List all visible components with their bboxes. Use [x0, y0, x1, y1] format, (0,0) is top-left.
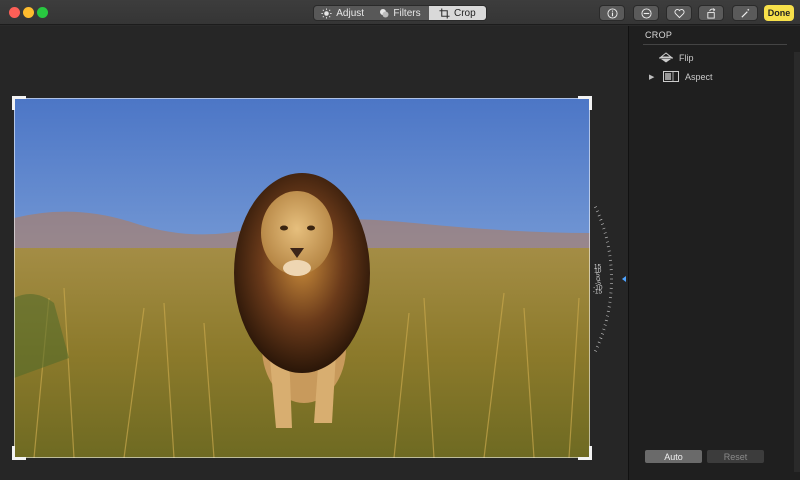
dial-tick — [606, 310, 610, 313]
dial-tick — [603, 232, 607, 234]
crop-sidebar: CROP Flip ▶ Aspect Auto Reset — [628, 26, 800, 480]
rotate-button[interactable] — [698, 5, 724, 21]
crop-frame-top — [14, 98, 590, 99]
favorite-button[interactable] — [666, 5, 692, 21]
dial-tick — [600, 223, 604, 226]
auto-button[interactable]: Auto — [645, 450, 702, 463]
aspect-label: Aspect — [685, 71, 713, 82]
dial-tick — [602, 227, 606, 230]
toolbar: Adjust Filters Crop Done — [0, 0, 800, 25]
flip-button[interactable]: Flip — [659, 52, 694, 63]
dial-tick — [602, 328, 606, 331]
dial-tick — [597, 214, 601, 217]
tab-crop[interactable]: Crop — [428, 6, 486, 20]
dial-tick — [604, 319, 608, 322]
dial-tick — [594, 349, 597, 352]
reset-button[interactable]: Reset — [707, 450, 764, 463]
heart-icon — [673, 8, 685, 18]
dial-tick — [603, 324, 607, 326]
dial-tick — [607, 306, 611, 308]
enhance-button[interactable] — [732, 5, 758, 21]
tab-filters-label: Filters — [393, 7, 421, 19]
tab-filters[interactable]: Filters — [371, 6, 428, 20]
filters-icon — [380, 9, 389, 18]
sidebar-scrollbar[interactable] — [794, 52, 800, 472]
dial-tick — [607, 250, 611, 252]
photo-canvas: 15 10 5 0 -5 -10 -15 — [0, 26, 628, 480]
straighten-dial[interactable]: 151050-5-10-15 — [590, 204, 630, 354]
dial-tick — [605, 315, 609, 317]
dial-tick — [600, 332, 604, 335]
photos-window: Adjust Filters Crop Done 15 10 5 0 -5 -1… — [0, 0, 800, 480]
flip-icon — [659, 52, 673, 63]
dial-tick — [597, 341, 601, 344]
dial-tick — [595, 345, 599, 348]
sun-icon — [321, 7, 332, 19]
dial-tick — [599, 337, 603, 340]
tab-adjust[interactable]: Adjust — [314, 6, 371, 20]
info-button[interactable] — [599, 5, 625, 21]
zoom-window-button[interactable] — [37, 7, 48, 18]
dial-tick — [604, 236, 608, 239]
aspect-icon — [663, 71, 679, 82]
dial-tick — [594, 206, 597, 209]
crop-frame-left — [14, 98, 15, 458]
crop-handle-bottom-right[interactable] — [578, 446, 592, 460]
dial-tick — [595, 210, 599, 213]
dial-tick — [606, 245, 610, 248]
sidebar-title: CROP — [645, 30, 673, 40]
sidebar-divider — [643, 44, 787, 45]
crop-frame-bottom — [14, 457, 590, 458]
magic-wand-icon — [740, 8, 749, 18]
tab-crop-label: Crop — [453, 7, 476, 19]
crop-handle-top-right[interactable] — [578, 96, 592, 110]
crop-icon — [439, 7, 450, 19]
disclosure-triangle-icon[interactable]: ▶ — [649, 73, 657, 81]
crop-handle-bottom-left[interactable] — [12, 446, 26, 460]
info-icon — [606, 7, 618, 19]
aspect-disclosure[interactable]: ▶ Aspect — [649, 71, 713, 82]
minus-button[interactable] — [633, 5, 659, 21]
lion-photo — [14, 98, 590, 458]
minimize-window-button[interactable] — [23, 7, 34, 18]
flip-label: Flip — [679, 52, 694, 63]
crop-handle-top-left[interactable] — [12, 96, 26, 110]
dial-pointer-icon — [622, 276, 626, 282]
done-button[interactable]: Done — [764, 5, 794, 21]
dial-tick — [605, 241, 609, 243]
rotate-icon — [706, 7, 715, 19]
minus-circle-icon — [640, 7, 652, 19]
close-window-button[interactable] — [9, 7, 20, 18]
edit-mode-segmented-control: Adjust Filters Crop — [313, 5, 487, 21]
dial-label: -15 — [593, 289, 603, 296]
tab-adjust-label: Adjust — [336, 7, 365, 19]
photo-image[interactable] — [14, 98, 590, 458]
dial-tick — [599, 218, 603, 221]
